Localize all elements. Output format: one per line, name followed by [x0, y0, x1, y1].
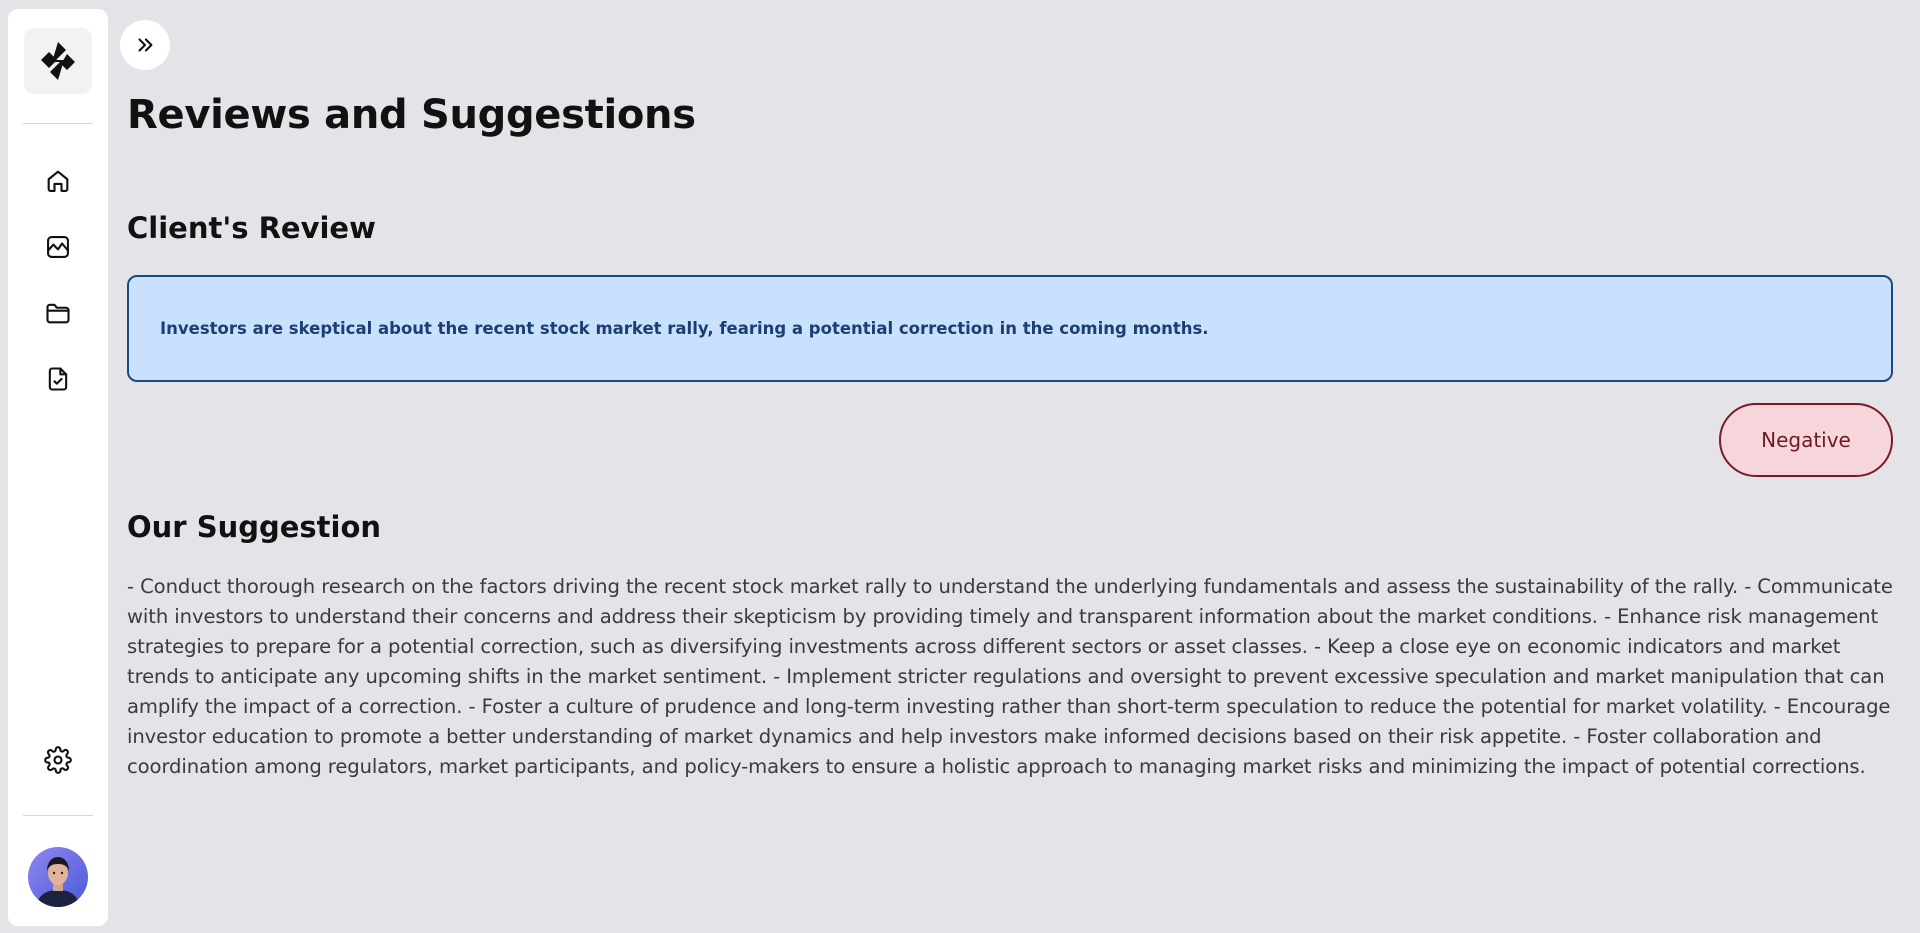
sentiment-badge[interactable]: Negative	[1719, 403, 1893, 477]
logo[interactable]	[24, 28, 92, 94]
nav-analytics[interactable]	[41, 230, 75, 264]
logo-icon	[41, 42, 75, 80]
client-review-text: Investors are skeptical about the recent…	[160, 319, 1209, 338]
gear-icon	[44, 746, 72, 774]
chart-icon	[47, 236, 69, 258]
client-review-box: Investors are skeptical about the recent…	[127, 275, 1893, 382]
nav-home[interactable]	[41, 164, 75, 198]
nav-settings[interactable]	[41, 743, 75, 777]
avatar[interactable]	[28, 847, 88, 907]
sidebar-divider-bottom	[23, 815, 93, 816]
suggestion-text: - Conduct thorough research on the facto…	[127, 575, 1893, 778]
sidebar-divider-top	[23, 123, 93, 124]
home-icon	[47, 170, 69, 192]
sidebar	[8, 9, 108, 926]
chevrons-right-icon	[138, 38, 153, 52]
nav-tasks[interactable]	[41, 362, 75, 396]
file-check-icon	[48, 367, 68, 391]
folder-icon	[46, 303, 70, 324]
nav-folder[interactable]	[41, 296, 75, 330]
client-review-heading: Client's Review	[127, 211, 376, 245]
our-suggestion-heading: Our Suggestion	[127, 510, 382, 544]
page-title: Reviews and Suggestions	[127, 92, 696, 138]
expand-sidebar-button[interactable]	[120, 20, 170, 70]
user-avatar-icon	[28, 847, 88, 907]
